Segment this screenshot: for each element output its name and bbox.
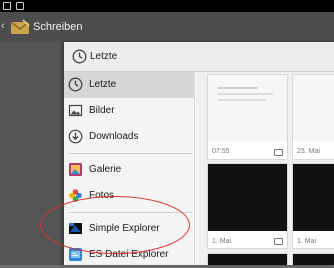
gallery-icon [69,163,82,176]
image-type-icon [274,238,283,245]
app-header: ‹ Schreiben [0,12,334,42]
file-date: 1. Mai [212,238,232,245]
back-arrow-icon[interactable]: ‹ [1,20,5,32]
file-tile[interactable]: 07:55 [207,74,288,160]
image-type-icon [274,149,283,156]
dark-thumbnail [293,164,334,231]
dark-thumbnail [208,164,287,231]
divider [68,153,192,154]
file-date: 1. Mai [297,238,317,245]
sidebar-item-downloads[interactable]: Downloads [64,124,195,150]
sidebar-item-galerie[interactable]: Galerie [64,157,195,183]
file-tile[interactable]: 1. Mai [207,163,288,249]
image-icon [68,104,83,117]
clock-icon [72,49,87,64]
status-bar [0,0,334,12]
sidebar-item-label: Letzte [89,79,117,90]
picker-title: Letzte [90,51,118,62]
file-date: 07:55 [212,148,230,155]
sidebar-item-label: Downloads [89,131,139,142]
notification-icon [3,2,11,10]
sidebar-item-label: Bilder [89,105,115,116]
recent-files-grid: 07:55 23. Mai 1. Mai 1. Mai [196,72,334,265]
document-thumbnail [293,75,334,141]
sidebar-item-label: Galerie [89,164,122,175]
notification-icon [16,2,24,10]
app-title: Schreiben [33,21,83,33]
file-tile[interactable] [207,253,288,265]
clock-icon [68,77,83,92]
sidebar-item-letzte[interactable]: Letzte [64,72,195,98]
file-tile[interactable] [292,253,334,265]
file-date: 23. Mai [297,148,320,155]
file-tile[interactable]: 23. Mai [292,74,334,160]
download-icon [68,129,83,144]
app-icon[interactable] [9,19,31,35]
highlight-ellipse [40,196,190,254]
sidebar-item-bilder[interactable]: Bilder [64,98,195,124]
picker-header: Letzte [64,42,334,72]
file-tile[interactable]: 1. Mai [292,163,334,249]
document-thumbnail [208,75,287,141]
